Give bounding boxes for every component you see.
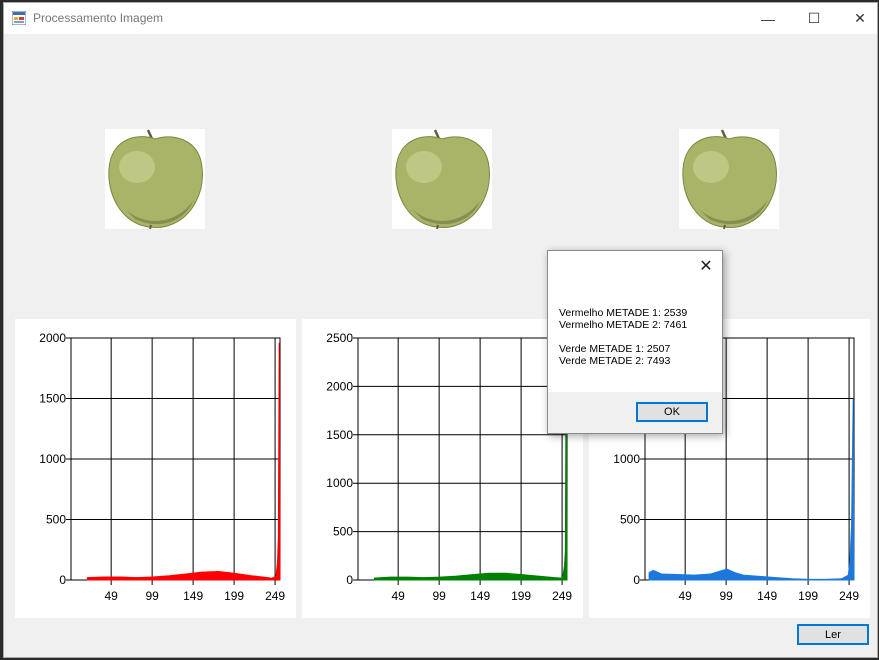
- y-tick-label: 2500: [326, 331, 353, 345]
- y-tick-label: 1000: [613, 452, 640, 466]
- dialog-footer: OK: [548, 392, 722, 433]
- main-window: Processamento Imagem — ☐ ✕ 0 500 1000 1500 2…: [3, 2, 878, 658]
- plot-frame: [357, 337, 568, 581]
- y-tick-label: 0: [59, 573, 66, 587]
- close-button[interactable]: ✕: [837, 3, 879, 34]
- dialog-line: Verde METADE 1: 2507: [559, 343, 671, 355]
- x-tick-label: 99: [145, 589, 159, 603]
- apple-picture: [108, 129, 203, 230]
- x-tick-label: 199: [224, 589, 244, 603]
- chart-red-histogram: 0 500 1000 1500 2000 49 99 149 199 249: [15, 319, 296, 618]
- histogram-series: [373, 347, 568, 581]
- x-tick-label: 249: [839, 589, 859, 603]
- message-dialog: ✕ Vermelho METADE 1: 2539 Vermelho METAD…: [547, 250, 723, 434]
- chart-green-histogram: 0 500 1000 1500 2000 2500 49 99 149 199 249: [302, 319, 583, 618]
- x-tick-label: 99: [719, 589, 733, 603]
- y-tick-label: 0: [346, 573, 353, 587]
- x-tick-label: 49: [391, 589, 405, 603]
- apple-image-original: [105, 129, 205, 230]
- y-tick-label: 2000: [326, 379, 353, 393]
- x-tick-label: 199: [798, 589, 818, 603]
- dialog-message: Vermelho METADE 1: 2539 Vermelho METADE …: [559, 307, 687, 367]
- x-tick-label: 199: [511, 589, 531, 603]
- y-tick-label: 500: [46, 513, 66, 527]
- dialog-close-button[interactable]: ✕: [696, 256, 716, 276]
- y-tick-label: 1000: [39, 452, 66, 466]
- x-tick-label: 149: [757, 589, 777, 603]
- y-tick-label: 0: [633, 573, 640, 587]
- dialog-line: Verde METADE 2: 7493: [559, 355, 671, 367]
- dialog-line: Vermelho METADE 2: 7461: [559, 319, 688, 331]
- x-tick-label: 149: [470, 589, 490, 603]
- apple-image-2: [392, 129, 492, 230]
- histogram-series: [86, 342, 281, 581]
- x-tick-label: 249: [552, 589, 572, 603]
- title-bar[interactable]: Processamento Imagem — ☐ ✕: [4, 3, 877, 34]
- y-tick-label: 1500: [326, 428, 353, 442]
- apple-picture: [395, 129, 490, 230]
- dialog-line: [559, 331, 687, 343]
- chart-red-svg: 0 500 1000 1500 2000 49 99 149 199 249: [39, 331, 285, 603]
- apple-picture: [682, 129, 777, 230]
- y-tick-label: 1000: [326, 476, 353, 490]
- y-tick-label: 500: [333, 525, 353, 539]
- x-tick-label: 249: [265, 589, 285, 603]
- minimize-button[interactable]: —: [745, 3, 791, 34]
- y-tick-label: 2000: [39, 331, 66, 345]
- y-tick-label: 1500: [39, 392, 66, 406]
- chart-green-svg: 0 500 1000 1500 2000 2500 49 99 149 199 249: [326, 331, 572, 603]
- apple-image-3: [679, 129, 779, 230]
- x-tick-label: 49: [104, 589, 118, 603]
- ok-button[interactable]: OK: [636, 402, 708, 422]
- maximize-button[interactable]: ☐: [791, 3, 837, 34]
- y-tick-label: 500: [620, 513, 640, 527]
- x-tick-label: 149: [183, 589, 203, 603]
- x-tick-label: 49: [678, 589, 692, 603]
- x-tick-label: 99: [432, 589, 446, 603]
- form-icon: [12, 11, 26, 25]
- dialog-line: Vermelho METADE 1: 2539: [559, 307, 688, 319]
- ler-button[interactable]: Ler: [797, 624, 869, 645]
- window-title: Processamento Imagem: [33, 11, 164, 25]
